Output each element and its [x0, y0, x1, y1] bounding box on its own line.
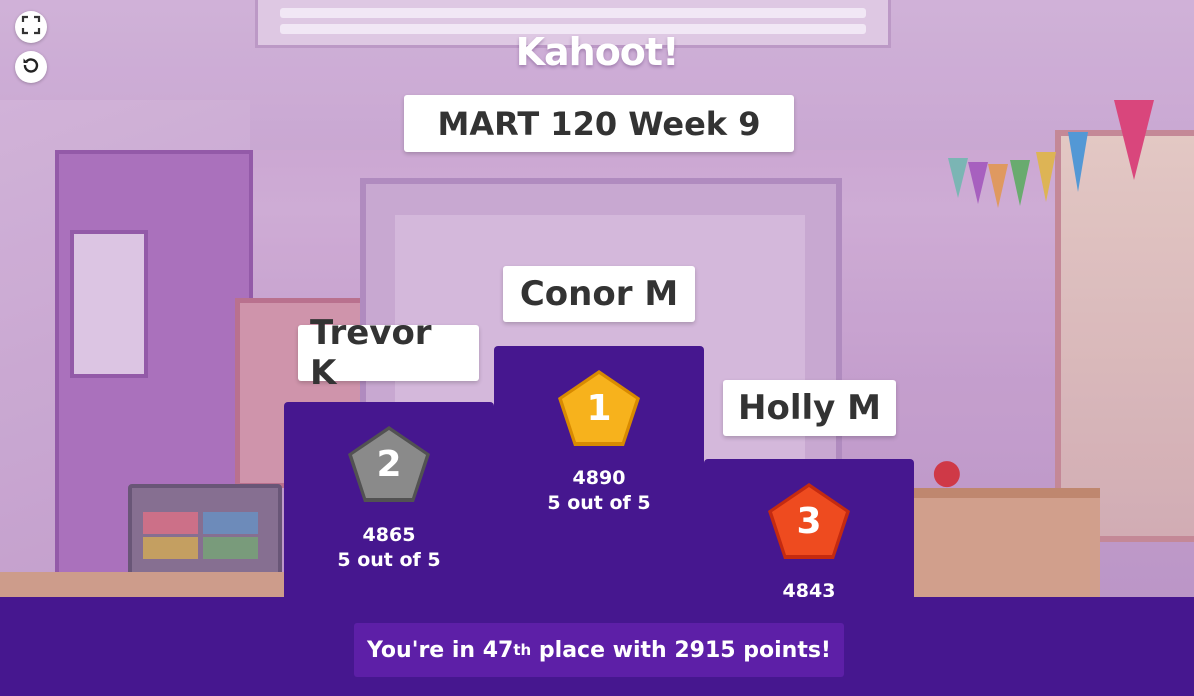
- first-place-correct: 5 out of 5: [547, 492, 651, 514]
- kahoot-logo: Kahoot!: [515, 30, 680, 74]
- second-place-name: Trevor K: [298, 313, 479, 393]
- first-place-rank: 1: [586, 388, 611, 429]
- second-place-rank: 2: [376, 444, 401, 485]
- result-prefix: You're in: [367, 637, 476, 663]
- first-place-podium: 1 4890 5 out of 5: [494, 346, 704, 602]
- third-place-rank: 3: [796, 501, 821, 542]
- third-place-badge: 3: [766, 481, 852, 561]
- result-place: 47: [482, 637, 514, 663]
- second-place-podium: 2 4865 5 out of 5: [284, 402, 494, 602]
- quiz-title: MART 120 Week 9: [404, 95, 794, 152]
- third-place-podium: 3 4843: [704, 459, 914, 602]
- third-place-name: Holly M: [723, 380, 896, 436]
- first-place-score: 4890: [572, 467, 626, 489]
- second-place-score: 4865: [362, 524, 416, 546]
- player-result: You're in 47th place with 2915 points!: [354, 623, 844, 677]
- first-place-name: Conor M: [503, 266, 695, 322]
- second-place-badge: 2: [346, 424, 432, 504]
- result-suffix: place with 2915 points!: [538, 637, 831, 663]
- first-place-badge: 1: [556, 368, 642, 448]
- second-place-correct: 5 out of 5: [337, 549, 441, 571]
